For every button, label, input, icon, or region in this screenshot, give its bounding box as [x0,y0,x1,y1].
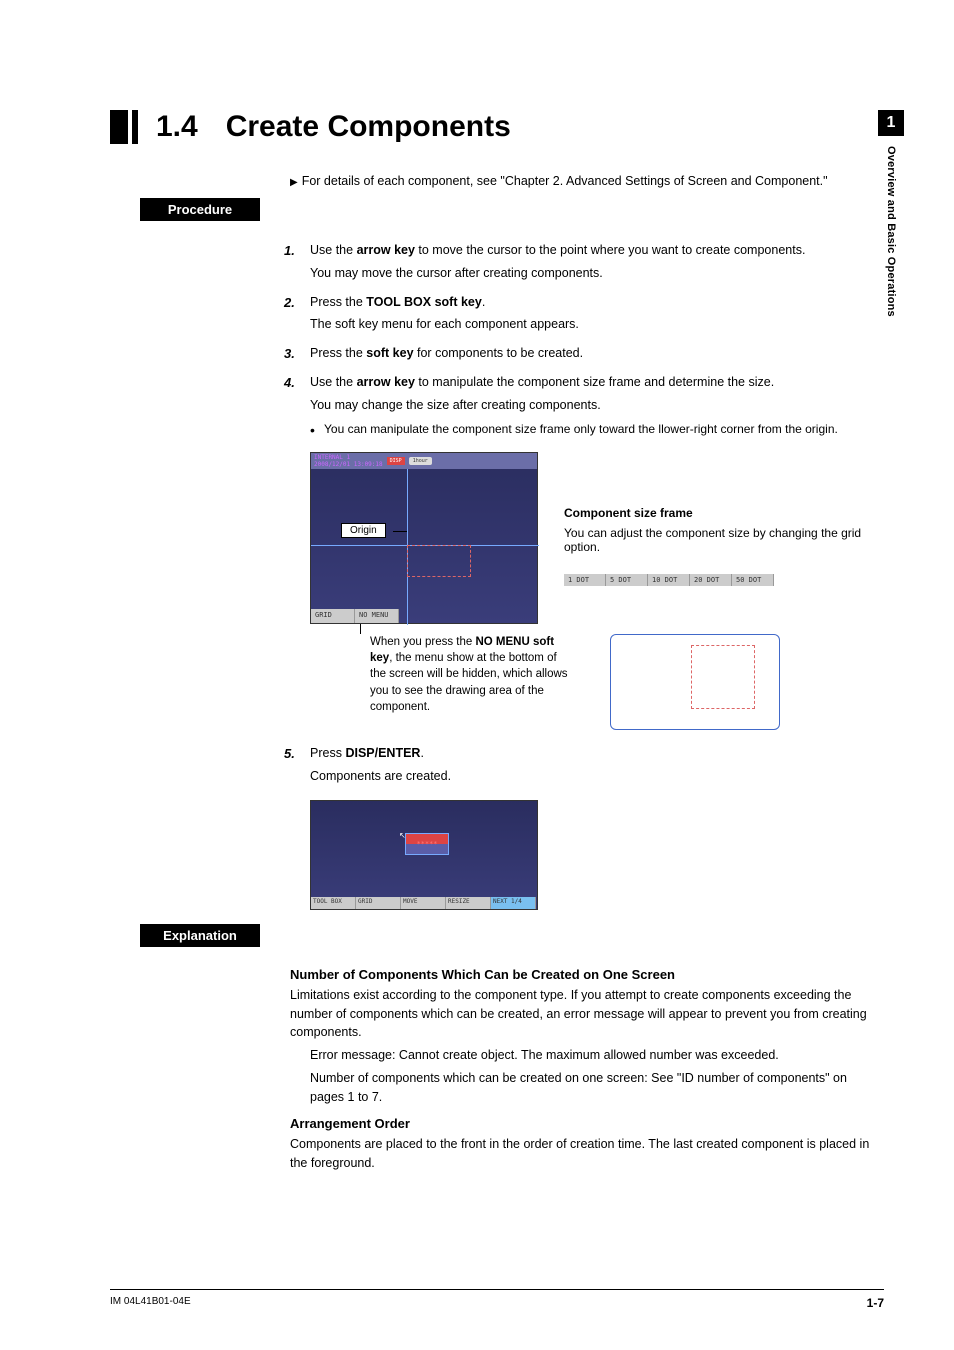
nomenu-softkey: NO MENU [355,609,399,623]
dot-1: 1 DOT [564,574,606,586]
procedure-steps-cont: Press DISP/ENTER. Components are created… [310,744,884,786]
dot-softkeys: 1 DOT 5 DOT 10 DOT 20 DOT 50 DOT [564,574,884,586]
step-2: Press the TOOL BOX soft key. The soft ke… [310,293,884,335]
page-footer: IM 04L41B01-04E 1-7 [110,1289,884,1310]
no-menu-callout: When you press the NO MENU soft key, the… [370,634,570,714]
origin-label: Origin [341,523,386,538]
step-4: Use the arrow key to manipulate the comp… [310,373,884,439]
step-4-bullet: You can manipulate the component size fr… [310,420,884,438]
dot-50: 50 DOT [732,574,774,586]
figure-1-annotation: Component size frame You can adjust the … [564,452,884,586]
chapter-number-badge: 1 [878,110,904,136]
device-screenshot: INTERNAL 1 2008/12/01 13:09:18 DISP 1hou… [310,452,538,624]
section-title: Create Components [226,110,511,144]
dot-5: 5 DOT [606,574,648,586]
page-number: 1-7 [867,1296,884,1310]
section-number: 1.4 [156,110,198,144]
explanation-content: Number of Components Which Can be Create… [290,967,884,1173]
device-header: INTERNAL 1 2008/12/01 13:09:18 DISP 1hou… [311,453,537,469]
size-frame-title: Component size frame [564,506,884,520]
figure-1: INTERNAL 1 2008/12/01 13:09:18 DISP 1hou… [310,452,884,730]
disp-badge: DISP [387,457,405,465]
heading-bar-thin [132,110,138,144]
procedure-steps: Use the arrow key to move the cursor to … [310,241,884,438]
explain-h1: Number of Components Which Can be Create… [290,967,884,982]
next-softkey: NEXT 1/4 [491,897,536,909]
procedure-label: Procedure [140,198,260,221]
device-screenshot-2: ↖ ***** TOOL BOX GRID MOVE RESIZE NEXT 1… [310,800,538,910]
move-softkey: MOVE [401,897,446,909]
device-2-softkeys: TOOL BOX GRID MOVE RESIZE NEXT 1/4 [311,897,537,909]
resize-softkey: RESIZE [446,897,491,909]
step-3: Press the soft key for components to be … [310,344,884,363]
dot-10: 10 DOT [648,574,690,586]
toolbox-softkey: TOOL BOX [311,897,356,909]
explain-h2: Arrangement Order [290,1116,884,1131]
step-1: Use the arrow key to move the cursor to … [310,241,884,283]
mini-dashed-box [691,645,755,709]
explain-p1: Limitations exist according to the compo… [290,986,884,1042]
explain-p2: Error message: Cannot create object. The… [310,1046,884,1065]
dot-20: 20 DOT [690,574,732,586]
step-1-sub: You may move the cursor after creating c… [310,264,884,283]
size-frame-text: You can adjust the component size by cha… [564,526,884,554]
chapter-side-tab: 1 Overview and Basic Operations [878,110,904,317]
section-heading: 1.4 Create Components [110,110,884,144]
mini-preview-frame [610,634,780,730]
heading-bar-thick [110,110,128,144]
explain-p4: Components are placed to the front in th… [290,1135,884,1173]
time-pill: 1hour [409,457,432,465]
step-4-sub: You may change the size after creating c… [310,396,884,415]
chapter-side-title: Overview and Basic Operations [885,146,897,317]
created-component: ***** [405,833,449,855]
figure-2: ↖ ***** TOOL BOX GRID MOVE RESIZE NEXT 1… [310,800,884,910]
explanation-label: Explanation [140,924,260,947]
grid-softkey: GRID [311,609,355,623]
step-5: Press DISP/ENTER. Components are created… [310,744,884,786]
explain-p3: Number of components which can be create… [310,1069,884,1107]
doc-id: IM 04L41B01-04E [110,1296,191,1310]
device-soft-keys: GRID NO MENU [311,609,537,623]
step-5-sub: Components are created. [310,767,884,786]
size-frame-dashed [407,545,471,577]
grid-softkey-2: GRID [356,897,401,909]
cross-reference-note: For details of each component, see "Chap… [290,174,884,188]
step-2-sub: The soft key menu for each component app… [310,315,884,334]
